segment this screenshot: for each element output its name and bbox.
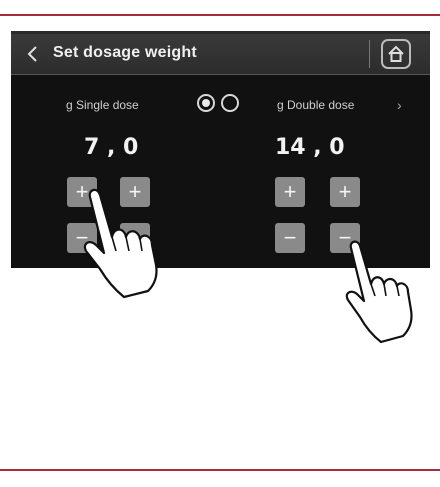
device-screen: Set dosage weight g Single dose g Double…	[11, 31, 430, 268]
radio-single-dose[interactable]	[197, 94, 215, 112]
page-title: Set dosage weight	[53, 44, 197, 61]
double-dose-value: 14 , 0	[275, 135, 345, 160]
double-dose-label: g Double dose	[277, 98, 355, 112]
title-divider	[369, 40, 370, 68]
pointing-hand-icon	[345, 240, 413, 344]
radio-double-dose[interactable]	[221, 94, 239, 112]
title-bar: Set dosage weight	[11, 34, 430, 75]
single-dose-value: 7 , 0	[84, 135, 139, 160]
single-dose-label: g Single dose	[66, 98, 139, 112]
bottom-rule	[0, 469, 440, 471]
top-rule	[0, 14, 440, 16]
pointing-hand-icon	[83, 188, 158, 299]
double-minus-coarse-button[interactable]: −	[275, 223, 305, 253]
chevron-right-icon[interactable]: ›	[397, 97, 402, 113]
double-plus-fine-button[interactable]: +	[330, 177, 360, 207]
home-icon[interactable]	[381, 39, 411, 69]
double-plus-coarse-button[interactable]: +	[275, 177, 305, 207]
back-arrow-icon[interactable]	[25, 45, 43, 63]
